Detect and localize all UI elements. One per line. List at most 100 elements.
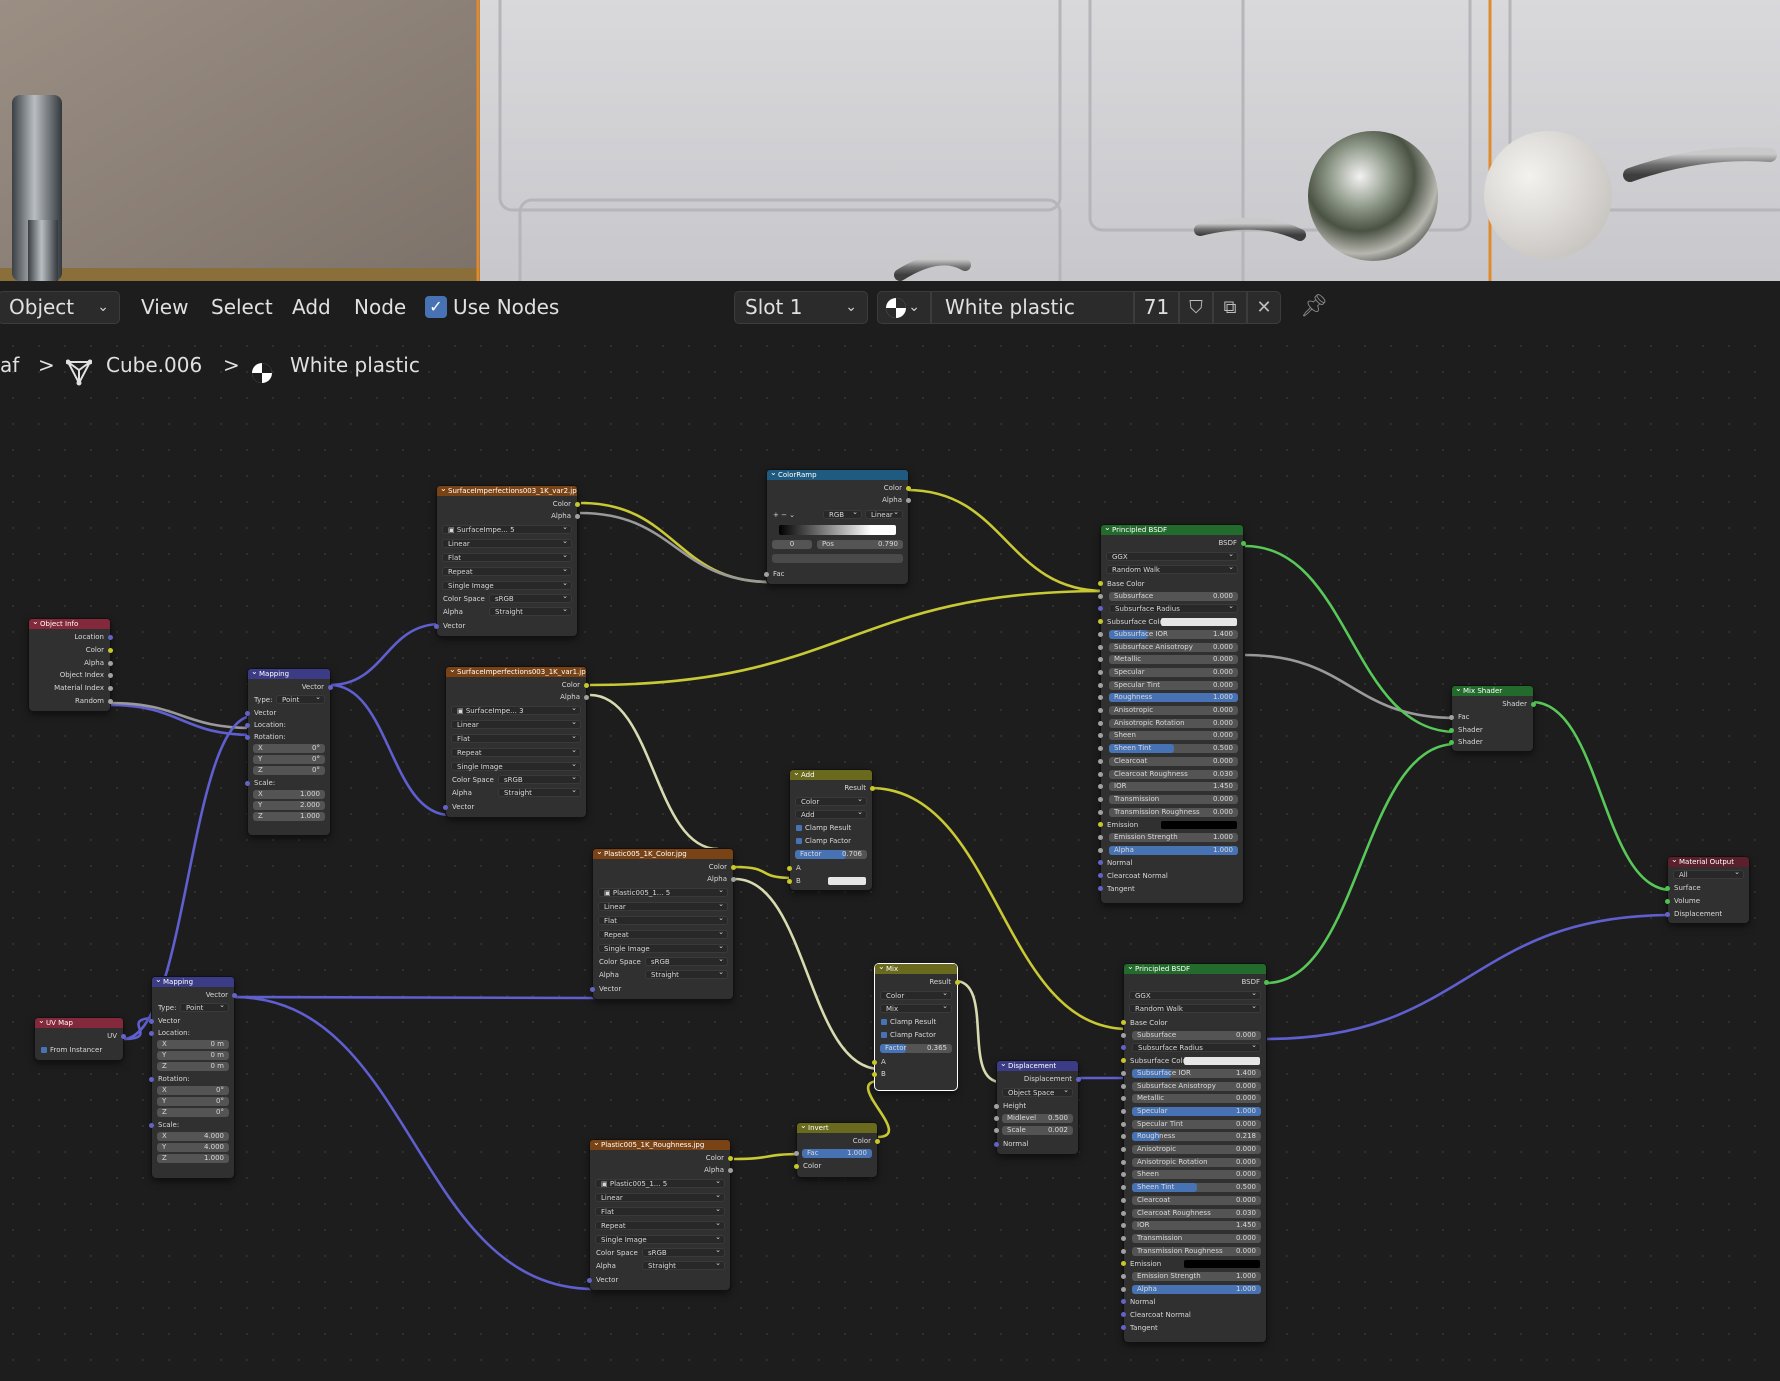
subsurface-color-field[interactable]: Subsurface Color	[1101, 617, 1243, 627]
emission-swatch[interactable]	[1184, 1260, 1260, 1269]
node-header[interactable]: Mapping	[248, 669, 330, 679]
node-link[interactable]	[589, 589, 1106, 687]
node-colorramp[interactable]: ColorRamp Color Alpha + − ⌄ RGB Linear 0 Po…	[764, 470, 911, 584]
roughness-field[interactable]: Roughness 1.000	[1109, 693, 1238, 703]
location-z-field[interactable]: Z 0 m	[157, 1062, 229, 1071]
projection-dropdown[interactable]: Flat	[442, 551, 572, 562]
socket-subsurface-anisotropy[interactable]	[1121, 1083, 1126, 1089]
ior-field[interactable]: IOR 1.450	[1132, 1221, 1261, 1231]
socket-rotation-in[interactable]	[149, 1076, 154, 1082]
anisotropic-rotation-field[interactable]: Anisotropic Rotation 0.000	[1109, 718, 1238, 728]
node-editor-canvas[interactable]: Object Info Location Color Alpha Object …	[0, 333, 1780, 1381]
node-header[interactable]: Principled BSDF	[1101, 525, 1243, 535]
socket-result-out[interactable]	[870, 785, 875, 791]
ramp-interp-dropdown[interactable]: Linear	[865, 508, 903, 519]
specular-tint-field[interactable]: Specular Tint 0.000	[1132, 1119, 1261, 1129]
node-header[interactable]: Material Output	[1668, 857, 1749, 867]
socket-midlevel-in[interactable]	[994, 1116, 999, 1121]
socket-anisotropic-rotation[interactable]	[1121, 1159, 1126, 1165]
color-space-dropdown[interactable]: sRGB	[645, 955, 728, 966]
node-mapping-1[interactable]: Mapping Vector Type: Point Vector Locatio…	[245, 669, 333, 835]
socket-subsurface-radius[interactable]	[1121, 1045, 1126, 1051]
scale-z-field[interactable]: Z 1.000	[157, 1154, 229, 1163]
rotation-x-field[interactable]: X 0°	[253, 744, 325, 753]
node-displacement[interactable]: Displacement Displacement Object Space H…	[994, 1061, 1081, 1154]
metallic-field[interactable]: Metallic 0.000	[1132, 1094, 1261, 1104]
clamp-factor-checkbox[interactable]: Clamp Factor	[881, 1030, 936, 1040]
socket-clearcoat-roughness[interactable]	[1121, 1210, 1126, 1216]
node-link[interactable]	[1244, 544, 1457, 734]
ramp-position-field[interactable]: Pos 0.790	[817, 540, 903, 549]
source-dropdown[interactable]: Single Image	[442, 579, 572, 590]
node-link[interactable]	[329, 683, 451, 817]
extension-dropdown[interactable]: Repeat	[451, 746, 581, 757]
rotation-z-field[interactable]: Z 0°	[253, 766, 325, 775]
socket-alpha-out[interactable]	[575, 513, 580, 519]
node-header[interactable]: Displacement	[997, 1061, 1078, 1071]
node-header[interactable]: Plastic005_1K_Roughness.jpg	[590, 1140, 730, 1150]
slot-dropdown[interactable]: Slot 1 ⌄	[734, 291, 868, 324]
socket-sheen-tint[interactable]	[1121, 1185, 1126, 1191]
color-ramp-gradient[interactable]	[779, 525, 896, 535]
menu-select[interactable]: Select	[211, 281, 273, 333]
alpha-field[interactable]: Alpha 1.000	[1109, 845, 1238, 855]
material-browse-button[interactable]: ⌄	[877, 291, 931, 324]
ramp-index-field[interactable]: 0	[772, 540, 812, 549]
distribution-dropdown[interactable]: GGX	[1129, 989, 1261, 1000]
node-image-texture-var1[interactable]: SurfaceImperfections003_1K_var1.jpg Colo…	[443, 667, 589, 817]
color-space-dropdown[interactable]: sRGB	[498, 773, 581, 784]
node-header[interactable]: SurfaceImperfections003_1K_var1.jpg	[446, 667, 586, 677]
node-uv-map[interactable]: UV Map UV From Instancer	[35, 1018, 126, 1060]
specular-field[interactable]: Specular 0.000	[1109, 667, 1238, 677]
node-invert[interactable]: Invert Color Fac 1.000 Color	[794, 1123, 880, 1177]
subsurface-color-field[interactable]: Subsurface Color	[1124, 1056, 1266, 1066]
scale-y-field[interactable]: Y 4.000	[157, 1143, 229, 1152]
node-header[interactable]: Add	[790, 770, 872, 780]
clearcoat-normal-field[interactable]: Clearcoat Normal	[1124, 1310, 1266, 1320]
subsurface-color-swatch[interactable]	[1184, 1057, 1260, 1066]
sheen-tint-field[interactable]: Sheen Tint 0.500	[1132, 1183, 1261, 1193]
socket-transmission[interactable]	[1098, 796, 1103, 802]
socket-rotation-in[interactable]	[245, 734, 250, 740]
node-image-texture-var2[interactable]: SurfaceImperfections003_1K_var2.jpg Colo…	[434, 486, 580, 636]
socket-shader-in-2[interactable]	[1449, 739, 1454, 745]
object-mode-dropdown[interactable]: Object ⌄	[0, 291, 120, 324]
clearcoat-field[interactable]: Clearcoat 0.000	[1132, 1195, 1261, 1205]
node-mix[interactable]: Mix Result Color Mix Clamp Result Clamp …	[872, 964, 960, 1090]
scale-z-field[interactable]: Z 1.000	[253, 812, 325, 821]
clearcoat-roughness-field[interactable]: Clearcoat Roughness 0.030	[1132, 1208, 1261, 1218]
anisotropic-field[interactable]: Anisotropic 0.000	[1132, 1145, 1261, 1154]
socket-subsurface-radius[interactable]	[1098, 606, 1103, 612]
socket-scale-in[interactable]	[245, 780, 250, 786]
socket-alpha[interactable]	[108, 660, 113, 666]
socket-a-in[interactable]	[872, 1059, 877, 1065]
extension-dropdown[interactable]: Repeat	[595, 1219, 725, 1230]
emission-field[interactable]: Emission	[1124, 1259, 1266, 1269]
node-link[interactable]	[733, 1152, 803, 1161]
blend-mode-dropdown[interactable]: Mix	[880, 1002, 952, 1013]
node-mapping-2[interactable]: Mapping Vector Type: Point Vector Locatio…	[149, 977, 237, 1178]
emission-field[interactable]: Emission	[1101, 820, 1243, 830]
type-dropdown[interactable]: Point	[276, 693, 325, 704]
node-header[interactable]: ColorRamp	[767, 470, 908, 480]
socket-subsurface-ior[interactable]	[1098, 631, 1103, 637]
alpha-field[interactable]: Alpha 1.000	[1132, 1284, 1261, 1294]
sheen-tint-field[interactable]: Sheen Tint 0.500	[1109, 744, 1238, 754]
interpolation-dropdown[interactable]: Linear	[442, 537, 572, 548]
socket-subsurface[interactable]	[1098, 593, 1103, 599]
color-b-swatch[interactable]	[828, 877, 866, 885]
socket-roughness[interactable]	[1098, 695, 1103, 701]
image-selector[interactable]: ▣ SurfaceImpe... 3	[451, 704, 581, 715]
socket-material-index[interactable]	[108, 685, 113, 691]
socket-sheen-tint[interactable]	[1098, 746, 1103, 752]
clearcoat-normal-field[interactable]: Clearcoat Normal	[1101, 871, 1243, 881]
anisotropic-rotation-field[interactable]: Anisotropic Rotation 0.000	[1132, 1157, 1261, 1167]
type-dropdown[interactable]: Point	[180, 1001, 229, 1012]
clamp-factor-checkbox[interactable]: Clamp Factor	[796, 836, 851, 846]
node-header[interactable]: Mix	[875, 964, 957, 974]
node-link[interactable]	[734, 877, 881, 1071]
emission-strength-field[interactable]: Emission Strength 1.000	[1132, 1272, 1261, 1281]
socket-alpha-out[interactable]	[584, 694, 589, 700]
base-color-field[interactable]: Base Color	[1124, 1018, 1266, 1028]
clamp-result-checkbox[interactable]: Clamp Result	[881, 1017, 936, 1027]
